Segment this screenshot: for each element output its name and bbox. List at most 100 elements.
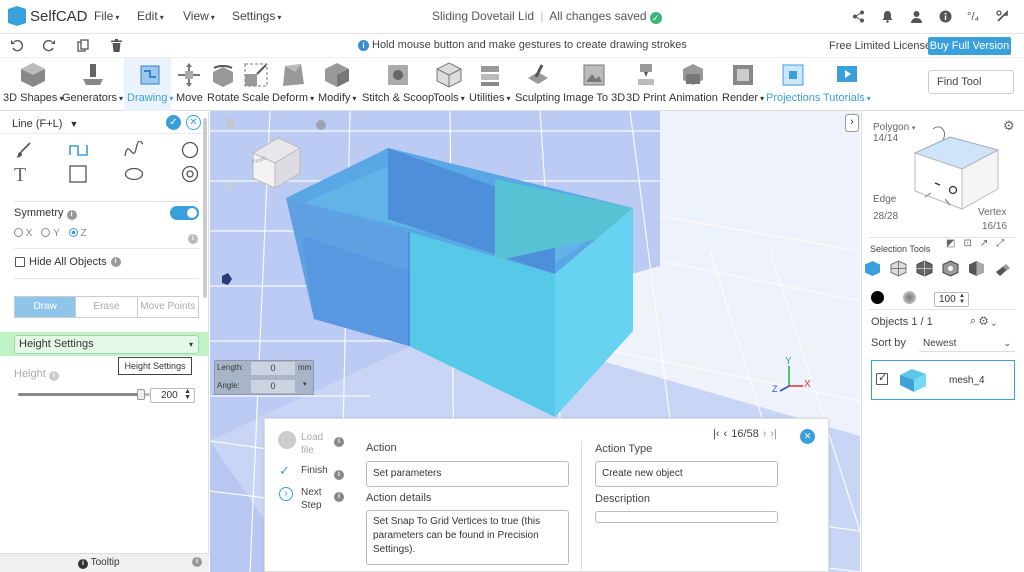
find-tool-input[interactable]: Find Tool (928, 70, 1014, 94)
tool-3d-shapes[interactable]: 3D Shapes ▾ (3, 62, 63, 110)
select-object-icon[interactable] (864, 260, 881, 277)
last-step-icon[interactable]: ›| (770, 428, 777, 440)
tab-draw[interactable]: Draw (15, 297, 77, 317)
next-step-icon[interactable]: › (763, 428, 767, 440)
tool-tutorials[interactable]: Tutorials ▾ (823, 62, 871, 110)
next-step[interactable]: Next Step (301, 486, 329, 512)
menu-edit[interactable]: Edit ▾ (137, 9, 164, 23)
object-name[interactable]: mesh_4 (949, 375, 985, 386)
select-paint-icon[interactable] (994, 260, 1011, 277)
tool-move[interactable]: Move (176, 62, 203, 110)
edge-label[interactable]: Edge (873, 194, 896, 205)
first-step-icon[interactable]: |‹ (713, 428, 720, 440)
tooltip-bar[interactable]: i Tooltip i (0, 553, 209, 572)
object-visible-checkbox[interactable]: ✓ (876, 372, 888, 385)
document-title[interactable]: Sliding Dovetail Lid (432, 9, 534, 23)
menu-settings[interactable]: Settings ▾ (232, 9, 281, 23)
tab-erase[interactable]: Erase (76, 297, 138, 317)
tool-rotate[interactable]: Rotate (207, 62, 239, 110)
axis-z-radio[interactable]: Z (68, 228, 87, 239)
tool-stitch-scoop[interactable]: Stitch & Scoop (362, 62, 434, 110)
load-file-step[interactable]: Load file (301, 431, 329, 457)
undo-icon[interactable] (10, 39, 24, 55)
brush-soft-icon[interactable] (903, 291, 916, 304)
menu-file[interactable]: File ▾ (94, 9, 119, 23)
chevron-right-icon[interactable]: › (845, 114, 859, 132)
rectangle-tool-icon[interactable] (69, 165, 87, 186)
finish-step[interactable]: Finish (301, 465, 328, 476)
prev-step-icon[interactable]: ‹ (724, 428, 728, 440)
ellipse-tool-icon[interactable] (124, 165, 144, 186)
panel-title[interactable]: Line (F+L) ▼ (12, 118, 78, 130)
height-stepper[interactable]: ◂200▲▼ (150, 388, 195, 403)
select-half-icon[interactable] (968, 260, 985, 277)
copy-icon[interactable] (77, 39, 89, 55)
angle-input[interactable]: 0 (251, 380, 295, 393)
object-list-item[interactable]: ✓ mesh_4 (871, 360, 1015, 400)
brush-solid-icon[interactable] (871, 291, 884, 304)
load-file-icon[interactable] (278, 431, 296, 449)
tool-generators[interactable]: Generators ▾ (62, 62, 123, 110)
length-input[interactable]: 0 (251, 362, 295, 375)
tool-projections[interactable]: Projections (766, 62, 820, 110)
bell-icon[interactable] (880, 10, 894, 24)
units-icon[interactable]: °/₄ (966, 10, 980, 24)
selection-option-icons[interactable]: ◩⊡↗⤢ (946, 238, 1012, 249)
brush-size-stepper[interactable]: 100 ▲ ▼ (934, 292, 969, 307)
tool-modify[interactable]: Modify ▾ (318, 62, 356, 110)
close-icon[interactable]: ✕ (800, 429, 815, 444)
chevron-right-icon[interactable]: › (279, 487, 293, 501)
circle-tool-icon[interactable] (181, 141, 199, 162)
description-field[interactable] (595, 511, 778, 523)
tool-tools[interactable]: Tools ▾ (433, 62, 465, 110)
select-edges-icon[interactable] (916, 260, 933, 277)
app-logo[interactable]: SelfCAD (8, 6, 88, 26)
action-type-field[interactable]: Create new object (595, 461, 778, 487)
line-tool-icon[interactable] (69, 141, 89, 162)
settings-icon[interactable] (995, 10, 1009, 24)
select-vertices-icon[interactable] (942, 260, 959, 277)
brush-icon[interactable] (14, 141, 32, 162)
curve-tool-icon[interactable] (124, 140, 144, 162)
hide-all-checkbox[interactable] (15, 257, 25, 267)
vertex-label[interactable]: Vertex (978, 207, 1006, 218)
text-tool-icon[interactable]: T (14, 164, 26, 187)
panel-scrollbar[interactable] (203, 118, 207, 298)
close-icon[interactable]: ✕ (186, 115, 201, 130)
redo-icon[interactable] (42, 39, 56, 55)
confirm-icon[interactable]: ✓ (166, 115, 181, 130)
modify-icon (325, 63, 350, 87)
select-faces-icon[interactable] (890, 260, 907, 277)
tool-render[interactable]: Render ▾ (722, 62, 764, 110)
tool-3d-print[interactable]: 3D Print (626, 62, 666, 110)
height-slider[interactable] (18, 389, 150, 400)
axis-y-radio[interactable]: Y (41, 228, 60, 239)
tool-animation[interactable]: Animation (669, 62, 718, 110)
action-details-field[interactable]: Set Snap To Grid Vertices to true (this … (366, 510, 569, 565)
info-icon[interactable] (938, 10, 952, 24)
chevron-down-icon[interactable]: ⌄ (991, 315, 999, 327)
menu-view[interactable]: View ▾ (183, 9, 215, 23)
trash-icon[interactable] (111, 39, 122, 55)
symmetry-toggle[interactable] (170, 206, 199, 220)
tool-deform[interactable]: Deform ▾ (272, 62, 314, 110)
height-settings-dropdown[interactable]: Height Settings ▾ (14, 335, 199, 354)
tool-scale[interactable]: Scale (242, 62, 270, 110)
tool-utilities[interactable]: Utilities ▾ (469, 62, 510, 110)
tool-drawing[interactable]: Drawing ▾ (127, 62, 173, 110)
tool-sculpting[interactable]: Sculpting (515, 62, 560, 110)
share-icon[interactable] (851, 10, 865, 24)
tab-move-points[interactable]: Move Points (138, 297, 198, 317)
action-field[interactable]: Set parameters (366, 461, 569, 487)
selection-mode-cube[interactable] (905, 125, 1005, 218)
selfcad-logo-icon (8, 6, 26, 26)
axis-x-radio[interactable]: X (14, 228, 32, 239)
sort-dropdown[interactable]: Newest ⌄ (919, 335, 1015, 352)
search-icon[interactable]: ⌕ (970, 315, 979, 327)
ring-tool-icon[interactable] (181, 165, 199, 186)
gear-icon[interactable]: ⚙ (979, 315, 991, 327)
buy-full-version-button[interactable]: Buy Full Version (928, 37, 1011, 55)
hide-all-objects[interactable]: Hide All Objects i (15, 256, 121, 268)
user-icon[interactable] (909, 10, 923, 24)
tool-image-to-3d[interactable]: Image To 3D (563, 62, 625, 110)
